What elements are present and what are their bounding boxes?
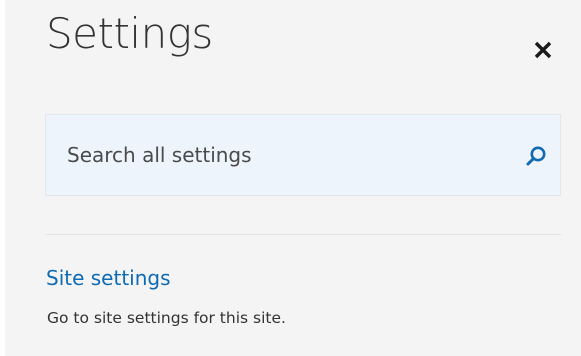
panel-title: Settings [46, 9, 213, 58]
search-box [45, 114, 561, 196]
search-icon [526, 146, 546, 166]
site-settings-description: Go to site settings for this site. [47, 309, 286, 327]
close-button[interactable] [528, 37, 558, 63]
close-icon [534, 41, 552, 59]
settings-panel: Settings Site settings Go to site settin… [5, 0, 581, 356]
search-button[interactable] [522, 142, 550, 170]
site-settings-link[interactable]: Site settings [46, 264, 171, 292]
section-divider [45, 234, 561, 235]
search-input[interactable] [46, 115, 560, 195]
